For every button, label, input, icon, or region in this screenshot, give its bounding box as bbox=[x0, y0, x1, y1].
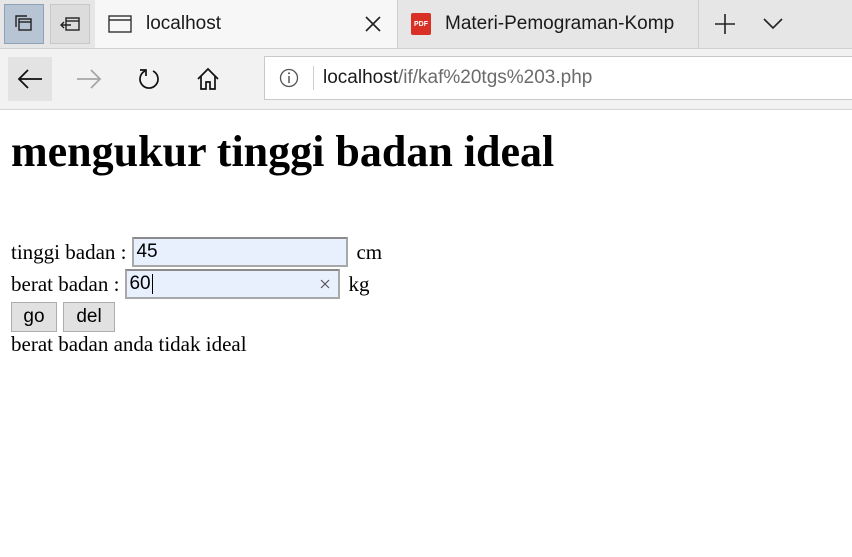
home-icon bbox=[197, 67, 219, 90]
tab-localhost[interactable]: localhost bbox=[95, 0, 398, 48]
pdf-icon: PDF bbox=[411, 13, 431, 35]
tab-materi-pdf[interactable]: PDF Materi-Pemograman-Komp bbox=[399, 0, 699, 48]
set-tabs-aside-button[interactable] bbox=[50, 4, 90, 44]
del-button[interactable]: del bbox=[63, 302, 115, 332]
url-path: /if/kaf%20tgs%203.php bbox=[398, 67, 593, 88]
height-unit: cm bbox=[356, 239, 383, 264]
set-tabs-aside-icon bbox=[60, 17, 80, 31]
chevron-down-icon bbox=[763, 18, 783, 30]
site-info-icon[interactable] bbox=[279, 68, 299, 88]
text-caret bbox=[151, 274, 153, 294]
tabs-aside-button[interactable] bbox=[4, 4, 44, 44]
height-row: tinggi badan : 45 cm bbox=[11, 237, 382, 267]
tab-list-button[interactable] bbox=[751, 4, 795, 44]
height-input[interactable]: 45 bbox=[132, 237, 349, 267]
go-button[interactable]: go bbox=[11, 302, 57, 332]
clear-icon bbox=[321, 279, 330, 289]
page-content: mengukur tinggi badan ideal tinggi badan… bbox=[11, 110, 841, 356]
tabs-aside-icon bbox=[15, 15, 32, 31]
back-arrow-icon bbox=[17, 69, 42, 89]
weight-unit: kg bbox=[348, 271, 370, 296]
refresh-icon bbox=[139, 69, 159, 89]
result-text: berat badan anda tidak ideal bbox=[11, 332, 247, 356]
weight-row: berat badan : 60 kg bbox=[11, 269, 369, 299]
home-button[interactable] bbox=[186, 57, 230, 101]
info-icon bbox=[279, 68, 299, 88]
new-tab-button[interactable] bbox=[703, 4, 747, 44]
weight-value: 60 bbox=[129, 273, 151, 294]
forward-button[interactable] bbox=[67, 57, 111, 101]
page-title: mengukur tinggi badan ideal bbox=[11, 127, 555, 176]
plus-icon bbox=[715, 14, 735, 34]
height-value: 45 bbox=[136, 241, 158, 262]
clear-input-button[interactable] bbox=[318, 277, 332, 291]
button-row: go del bbox=[11, 302, 121, 332]
navigation-bar: localhost/if/kaf%20tgs%203.php bbox=[0, 49, 852, 110]
address-bar[interactable]: localhost/if/kaf%20tgs%203.php bbox=[264, 56, 852, 100]
height-label: tinggi badan : bbox=[11, 239, 127, 264]
close-tab-button[interactable] bbox=[363, 14, 383, 34]
tab-bar: localhost PDF Materi-Pemograman-Komp bbox=[0, 0, 852, 49]
tab-title: localhost bbox=[146, 13, 221, 34]
forward-arrow-icon bbox=[77, 69, 102, 89]
weight-label: berat badan : bbox=[11, 271, 120, 296]
address-divider bbox=[313, 66, 314, 90]
tab-title: Materi-Pemograman-Komp bbox=[445, 13, 675, 34]
url-host: localhost bbox=[323, 67, 398, 88]
weight-input[interactable]: 60 bbox=[125, 269, 341, 299]
back-button[interactable] bbox=[8, 57, 52, 101]
close-icon bbox=[365, 16, 381, 32]
page-icon bbox=[108, 15, 132, 33]
refresh-button[interactable] bbox=[127, 57, 171, 101]
